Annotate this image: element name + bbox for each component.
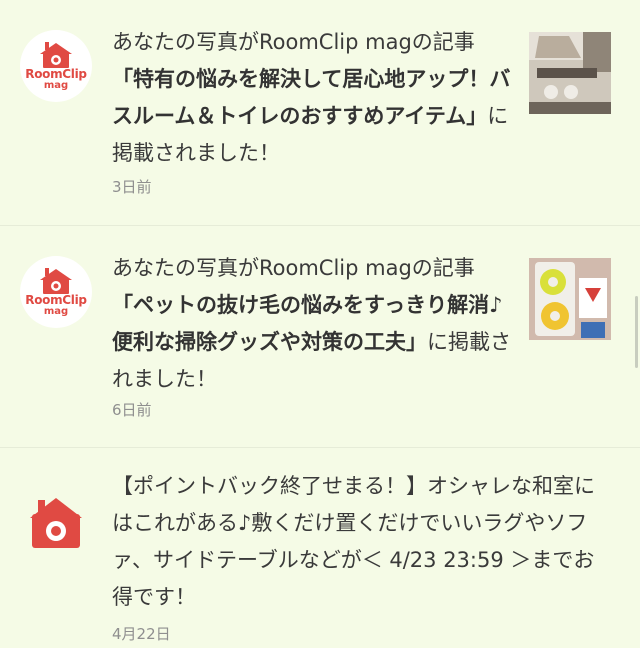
- photo-thumbnail[interactable]: [529, 258, 611, 340]
- notification-item[interactable]: RoomClip mag あなたの写真がRoomClip magの記事「特有の悩…: [0, 0, 640, 226]
- notification-item[interactable]: RoomClip mag あなたの写真がRoomClip magの記事「ペットの…: [0, 226, 640, 448]
- house-logo-icon: [40, 41, 72, 68]
- brand-sub: mag: [43, 305, 69, 317]
- notification-feed: RoomClip mag あなたの写真がRoomClip magの記事「特有の悩…: [0, 0, 640, 648]
- notification-time: 3日前: [112, 178, 152, 196]
- brand-name: RoomClip: [25, 66, 87, 81]
- article-title[interactable]: 「特有の悩みを解決して居心地アップ！バスルーム＆トイレのおすすめアイテム」: [112, 67, 510, 128]
- notification-time: 6日前: [112, 401, 152, 419]
- notification-item[interactable]: 【ポイントバック終了せまる！】オシャレな和室にはこれがある♪敷くだけ置くだけでい…: [0, 448, 640, 648]
- roomclip-logo-icon[interactable]: [28, 496, 84, 552]
- roomclip-mag-avatar[interactable]: RoomClip mag: [20, 256, 92, 328]
- brand-sub: mag: [43, 79, 69, 91]
- roomclip-mag-avatar[interactable]: RoomClip mag: [20, 30, 92, 102]
- notification-text: あなたの写真がRoomClip magの記事「ペットの抜け毛の悩みをすっきり解消…: [112, 250, 512, 398]
- photo-thumbnail[interactable]: [529, 32, 611, 114]
- notification-prefix: あなたの写真がRoomClip magの記事: [112, 30, 475, 54]
- notification-text: あなたの写真がRoomClip magの記事「特有の悩みを解決して居心地アップ！…: [112, 24, 512, 172]
- scrollbar[interactable]: [635, 296, 638, 368]
- notification-text: 【ポイントバック終了せまる！】オシャレな和室にはこれがある♪敷くだけ置くだけでい…: [112, 474, 595, 609]
- house-logo-icon: [40, 267, 72, 294]
- notification-prefix: あなたの写真がRoomClip magの記事: [112, 256, 475, 280]
- notification-time: 4月22日: [112, 625, 171, 643]
- brand-name: RoomClip: [25, 292, 87, 307]
